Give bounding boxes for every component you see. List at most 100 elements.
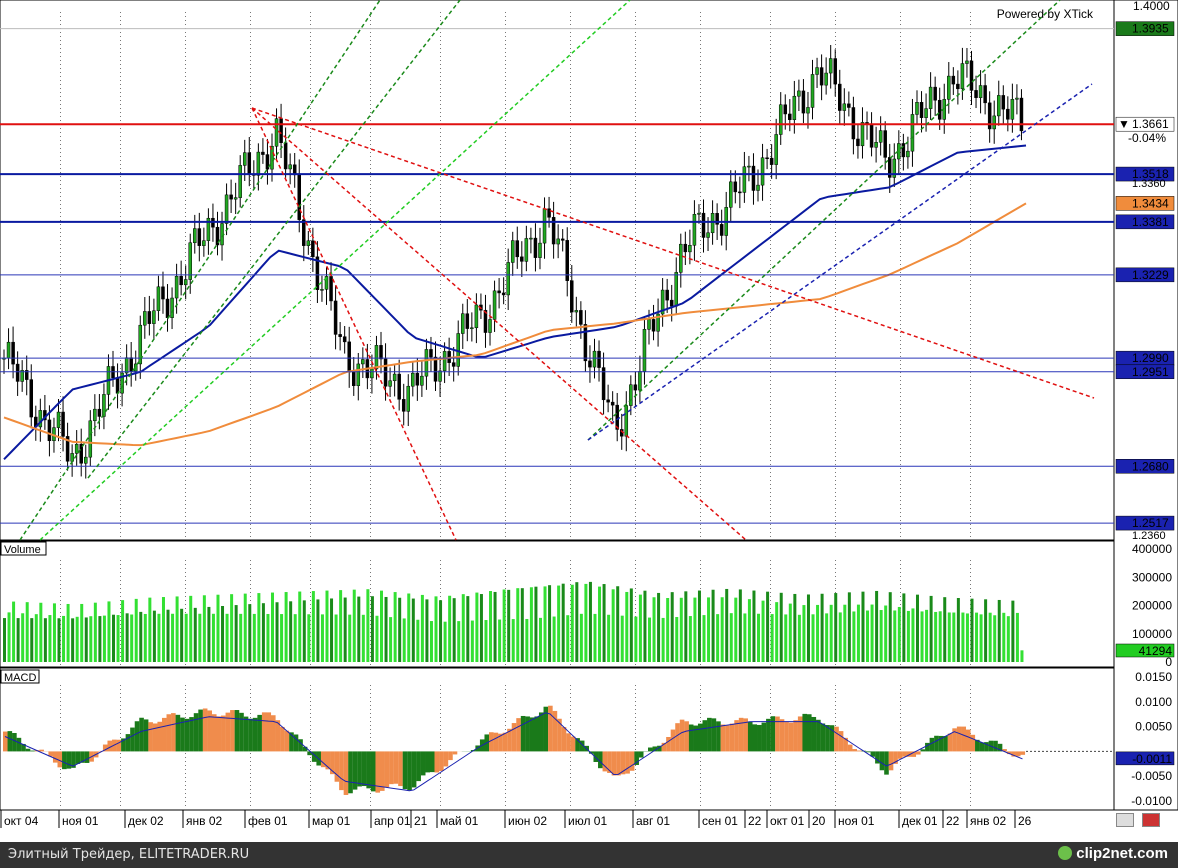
candle-body <box>224 194 229 224</box>
candle-body <box>420 375 424 386</box>
volume-bar <box>311 591 315 662</box>
scroll-left-button[interactable] <box>1116 813 1134 827</box>
candle-body <box>960 63 965 90</box>
volume-bar <box>21 613 25 662</box>
footer-watermark-text: clip2net.com <box>1076 845 1168 862</box>
volume-bar <box>670 592 674 662</box>
macd-bar <box>834 726 839 752</box>
candle-body <box>774 134 778 165</box>
macd-bar <box>439 751 444 771</box>
volume-bar <box>134 598 138 662</box>
candle-body <box>143 311 147 326</box>
macd-bar <box>561 727 567 752</box>
candle-body <box>570 280 574 313</box>
volume-bar <box>148 597 152 662</box>
candle-body <box>910 114 915 152</box>
candle-body <box>352 371 356 386</box>
candle-body <box>429 349 433 358</box>
macd-bar <box>820 723 826 752</box>
candle-body <box>392 373 397 382</box>
volume-bar <box>325 590 329 662</box>
volume-bar <box>661 617 665 662</box>
volume-bar <box>425 599 429 662</box>
macd-bar <box>12 733 17 752</box>
volume-bar <box>475 592 479 662</box>
macd-bar <box>516 718 521 752</box>
time-label: 26 <box>1018 814 1032 828</box>
macd-bar <box>411 751 417 788</box>
volume-bar <box>7 612 11 662</box>
macd-bar <box>16 737 22 752</box>
candle-body <box>729 181 733 208</box>
candle-body <box>379 345 383 360</box>
macd-bar <box>647 747 653 752</box>
candle-body <box>928 86 933 109</box>
volume-bar <box>66 603 70 662</box>
volume-bar <box>897 606 901 662</box>
volume-bar <box>970 598 974 662</box>
volume-bar <box>766 591 770 662</box>
macd-bar <box>666 736 671 752</box>
candle-body <box>506 262 510 296</box>
volume-bar <box>634 616 638 662</box>
macd-bar <box>956 726 962 752</box>
candle-body <box>769 157 774 165</box>
candle-body <box>306 240 311 246</box>
exit-icon[interactable] <box>1142 813 1160 827</box>
candle-body <box>842 103 847 111</box>
volume-bar <box>779 592 783 662</box>
candle-body <box>583 324 588 362</box>
volume-bar <box>707 597 711 662</box>
volume-bar <box>211 613 215 662</box>
candle-body <box>297 174 301 220</box>
volume-bar <box>911 608 915 662</box>
candle-body <box>633 384 638 391</box>
candle-body <box>356 363 361 386</box>
macd-bar <box>429 751 435 773</box>
volume-bar <box>171 613 175 662</box>
macd-bar <box>66 751 72 769</box>
candle-body <box>279 118 283 143</box>
volume-bar <box>688 616 692 662</box>
macd-current-label: -0.0011 <box>1132 752 1172 766</box>
volume-bar <box>952 612 956 662</box>
macd-bar <box>143 719 149 752</box>
candle-body <box>642 329 647 372</box>
volume-bar <box>398 597 402 662</box>
time-label: 22 <box>748 814 762 828</box>
volume-bar <box>802 605 806 662</box>
macd-bar <box>361 751 367 787</box>
volume-bar <box>202 595 206 662</box>
macd-bar <box>3 731 8 752</box>
volume-bar <box>402 618 406 662</box>
candle-body <box>996 95 1001 117</box>
volume-bar <box>761 600 765 662</box>
candle-body <box>556 238 560 245</box>
candle-body <box>956 83 960 90</box>
volume-bar <box>729 613 733 662</box>
footer-bar: Элитный Трейдер, ELITETRADER.RU clip2net… <box>0 842 1178 868</box>
macd-tick-label: 0.0150 <box>1135 670 1172 684</box>
volume-bar <box>334 614 338 662</box>
candle-body <box>560 238 565 241</box>
macd-bar <box>248 718 253 752</box>
candle-body <box>361 359 365 365</box>
volume-bar <box>429 621 433 662</box>
volume-bar <box>852 611 856 662</box>
volume-bar <box>316 599 320 662</box>
candle-body <box>29 379 34 418</box>
trading-chart[interactable]: Powered by XTick 1.40001.39351.36611.351… <box>0 0 1178 868</box>
candle-body <box>710 213 715 234</box>
candle-body <box>819 67 824 86</box>
price-panel[interactable] <box>0 0 1115 541</box>
macd-bar <box>25 748 31 752</box>
candle-body <box>124 357 129 374</box>
candle-body <box>533 237 538 258</box>
candle-body <box>238 165 242 198</box>
volume-bar <box>629 588 633 662</box>
volume-bar <box>702 615 706 662</box>
volume-bar <box>107 601 111 662</box>
volume-bar <box>498 619 502 662</box>
candle-body <box>1010 99 1015 120</box>
time-label: дек 01 <box>902 814 938 828</box>
